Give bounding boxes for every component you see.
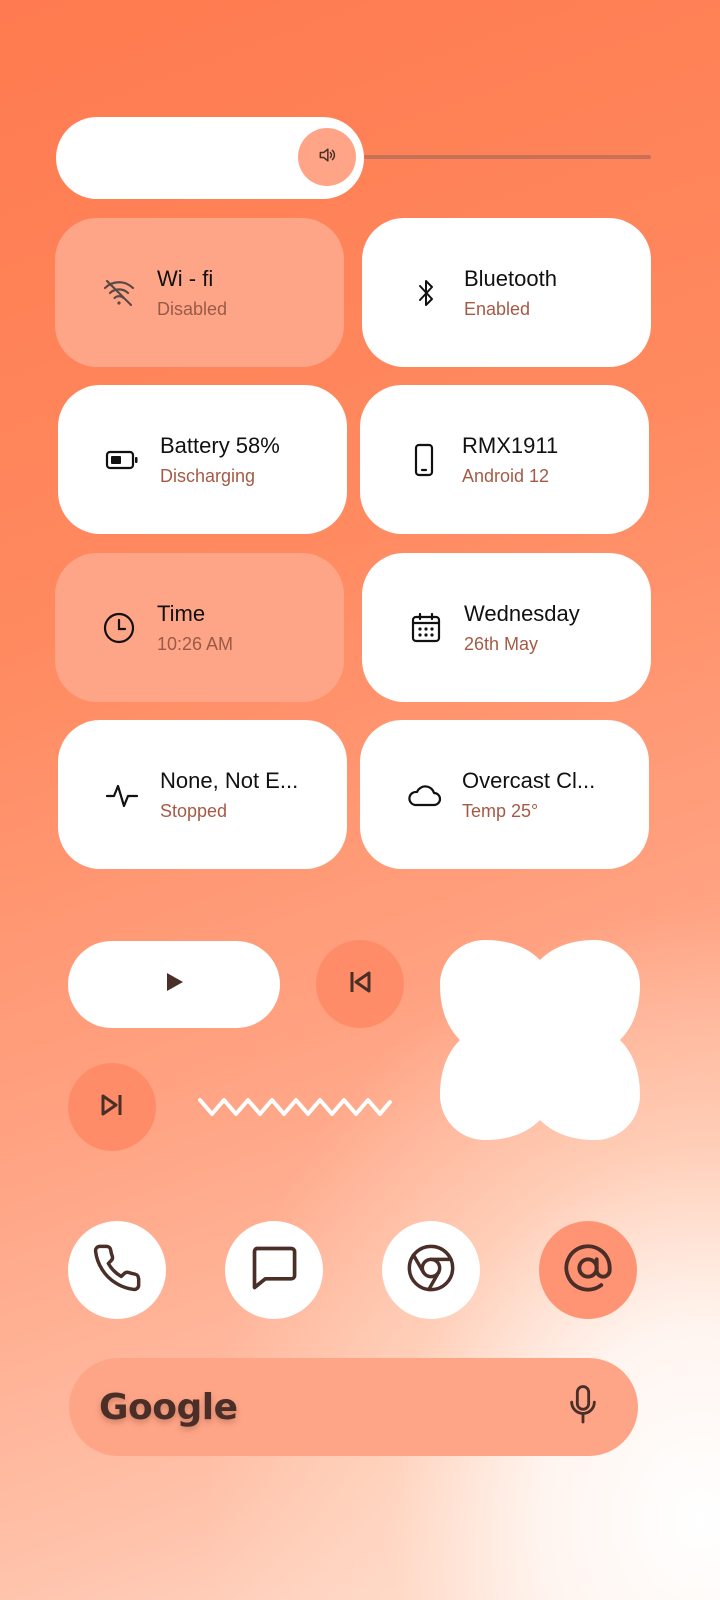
- tile-subtitle: Stopped: [160, 800, 228, 821]
- tile-subtitle: Android 12: [462, 465, 550, 486]
- tile-subtitle: 10:26 AM: [157, 633, 234, 654]
- cloud-icon: [404, 775, 444, 815]
- tile-bluetooth[interactable]: Bluetooth Enabled: [362, 218, 651, 367]
- tile-battery[interactable]: Battery 58% Discharging: [58, 385, 347, 534]
- at-sign-icon: [562, 1242, 614, 1299]
- skip-next-button[interactable]: [68, 1063, 156, 1151]
- decorative-blob-shape: [440, 940, 640, 1145]
- volume-slider-thumb[interactable]: [298, 128, 356, 186]
- tile-weather[interactable]: Overcast Cl... Temp 25°: [360, 720, 649, 869]
- volume-slider-track[interactable]: [364, 155, 651, 159]
- speaker-icon: [317, 145, 337, 170]
- phone-call-icon: [91, 1242, 143, 1299]
- tile-title: Battery 58%: [160, 432, 280, 458]
- tile-title: RMX1911: [462, 432, 559, 458]
- clock-icon: [99, 608, 139, 648]
- tile-date[interactable]: Wednesday 26th May: [362, 553, 651, 702]
- tile-subtitle: Disabled: [157, 298, 228, 319]
- calendar-icon: [406, 608, 446, 648]
- microphone-icon[interactable]: [566, 1383, 600, 1432]
- tile-title: Overcast Cl...: [462, 767, 596, 793]
- wifi-off-icon: [99, 273, 139, 313]
- phone-icon: [404, 440, 444, 480]
- wave-decoration: [198, 1092, 398, 1127]
- chrome-icon: [405, 1242, 457, 1299]
- tile-subtitle: Discharging: [160, 465, 256, 486]
- tile-title: None, Not E...: [160, 767, 299, 793]
- tile-title: Time: [157, 600, 206, 626]
- skip-previous-icon: [347, 969, 373, 1000]
- dock-messages-button[interactable]: [225, 1221, 323, 1319]
- tile-title: Wi - fi: [157, 265, 214, 291]
- battery-icon: [102, 440, 142, 480]
- tile-subtitle: Temp 25°: [462, 800, 539, 821]
- play-icon: [163, 971, 185, 998]
- play-button[interactable]: [68, 941, 280, 1028]
- tile-time[interactable]: Time 10:26 AM: [55, 553, 344, 702]
- tile-title: Wednesday: [464, 600, 580, 626]
- dock-phone-button[interactable]: [68, 1221, 166, 1319]
- tile-subtitle: 26th May: [464, 633, 539, 654]
- skip-previous-button[interactable]: [316, 940, 404, 1028]
- google-search-bar[interactable]: Google: [69, 1358, 638, 1456]
- message-icon: [248, 1242, 300, 1299]
- dock-chrome-button[interactable]: [382, 1221, 480, 1319]
- tile-title: Bluetooth: [464, 265, 557, 291]
- skip-next-icon: [99, 1092, 125, 1123]
- search-bar-label: Google: [99, 1386, 238, 1428]
- tile-device[interactable]: RMX1911 Android 12: [360, 385, 649, 534]
- bluetooth-icon: [406, 273, 446, 313]
- dock-email-button[interactable]: [539, 1221, 637, 1319]
- tile-subtitle: Enabled: [464, 298, 531, 319]
- activity-icon: [102, 775, 142, 815]
- tile-wifi[interactable]: Wi - fi Disabled: [55, 218, 344, 367]
- tile-activity[interactable]: None, Not E... Stopped: [58, 720, 347, 869]
